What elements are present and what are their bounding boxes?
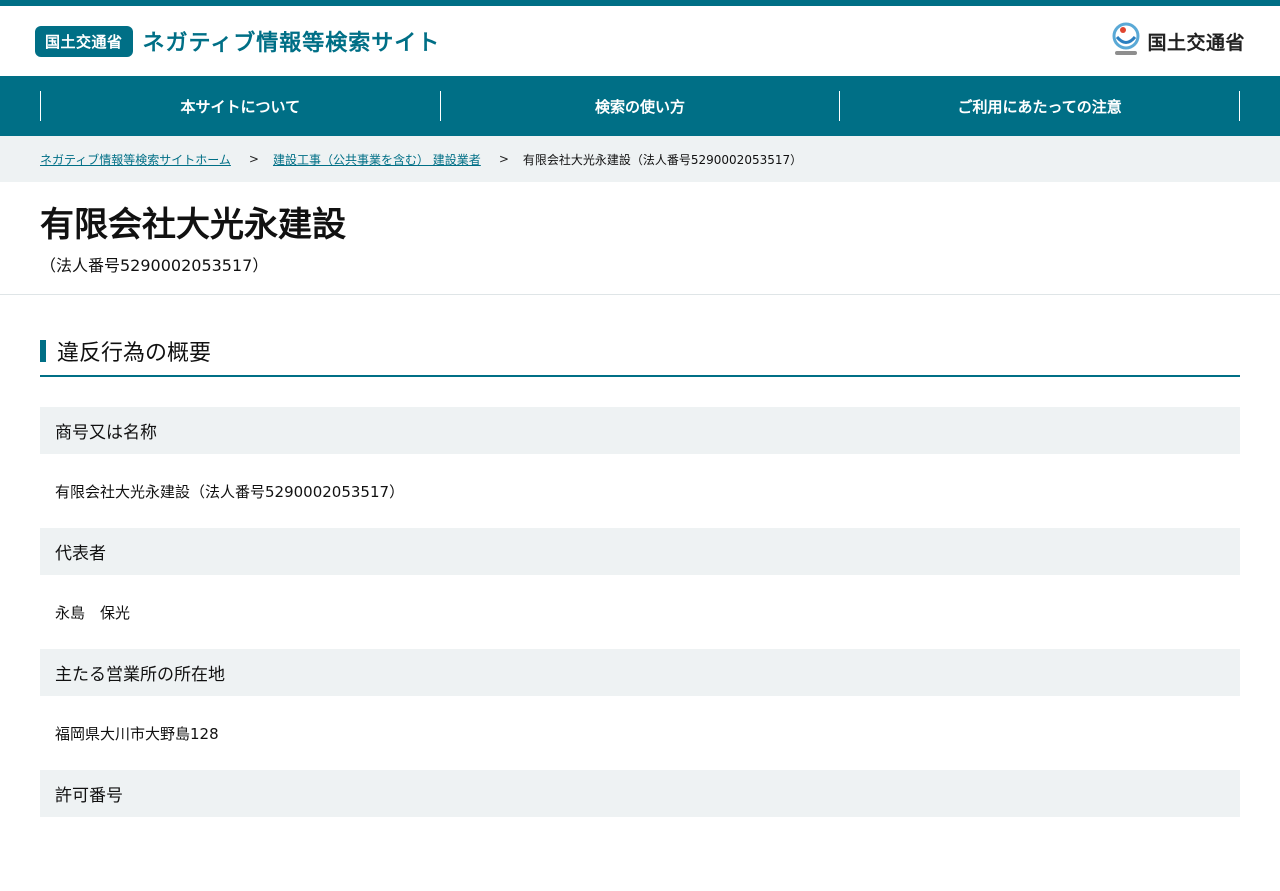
section-heading-text: 違反行為の概要 [57, 341, 212, 366]
field-list: 商号又は名称 有限会社大光永建設（法人番号5290002053517） 代表者 … [40, 407, 1240, 891]
breadcrumb-current: 有限会社大光永建設（法人番号5290002053517） [522, 152, 803, 167]
field-value-representative: 永島 保光 [55, 603, 131, 622]
heading-accent-bar [40, 340, 46, 362]
nav-about[interactable]: 本サイトについて [40, 91, 440, 121]
main-content: 違反行為の概要 商号又は名称 有限会社大光永建設（法人番号52900020535… [0, 295, 1280, 891]
nav-how-to-search[interactable]: 検索の使い方 [439, 91, 840, 121]
ministry-logo[interactable]: 国土交通省 [1111, 22, 1245, 60]
field-value-license-number [40, 817, 1240, 891]
field-value-office-address: 福岡県大川市大野島128 [55, 724, 219, 743]
nav-usage-notes[interactable]: ご利用にあたっての注意 [839, 91, 1241, 121]
breadcrumb-home-link[interactable]: ネガティブ情報等検索サイトホーム [40, 151, 231, 168]
breadcrumb-separator: > [498, 152, 509, 166]
breadcrumb-category-link[interactable]: 建設工事（公共事業を含む） 建設業者 [273, 151, 481, 168]
field-value-company-name: 有限会社大光永建設（法人番号5290002053517） [55, 482, 405, 501]
section-heading: 違反行為の概要 [40, 335, 1240, 377]
page-subtitle: （法人番号5290002053517） [40, 256, 269, 275]
mlit-logo-icon [1111, 22, 1141, 60]
breadcrumb-separator: > [248, 152, 259, 166]
ministry-badge: 国土交通省 [35, 25, 133, 57]
page-title: 有限会社大光永建設 [40, 205, 346, 245]
field-label-company-name: 商号又は名称 [40, 407, 1240, 454]
field-label-license-number: 許可番号 [40, 770, 1240, 817]
site-brand[interactable]: 国土交通省 ネガティブ情報等検索サイト [35, 25, 440, 57]
ministry-name: 国土交通省 [1147, 31, 1245, 54]
site-title: ネガティブ情報等検索サイト [142, 31, 441, 56]
breadcrumb: ネガティブ情報等検索サイトホーム > 建設工事（公共事業を含む） 建設業者 > … [0, 136, 1280, 182]
field-label-representative: 代表者 [40, 528, 1240, 575]
title-block: 有限会社大光永建設 （法人番号5290002053517） [0, 182, 1280, 295]
site-header: 国土交通省 ネガティブ情報等検索サイト 国土交通省 [0, 6, 1280, 76]
field-label-office-address: 主たる営業所の所在地 [40, 649, 1240, 696]
main-nav: 本サイトについて 検索の使い方 ご利用にあたっての注意 [0, 76, 1280, 136]
